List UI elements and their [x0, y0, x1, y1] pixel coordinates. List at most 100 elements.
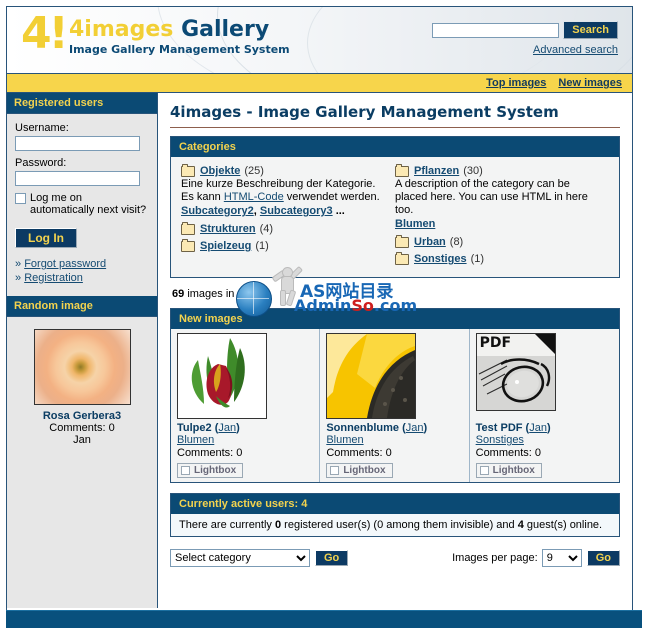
- page-body: Registered users Username: Password: Log…: [7, 93, 632, 608]
- lightbox-label: Lightbox: [194, 465, 237, 476]
- images-per-page-label: Images per page:: [452, 552, 538, 564]
- thumbnail-sonnenblume[interactable]: [326, 333, 417, 419]
- new-image-title: Sonnenblume (Jan): [326, 422, 428, 434]
- thumbnail-wrap[interactable]: PDF: [475, 333, 613, 419]
- category-row[interactable]: Objekte (25): [181, 163, 385, 177]
- category-link-sonstiges[interactable]: Sonstiges: [414, 253, 467, 265]
- registration-link[interactable]: Registration: [24, 272, 83, 284]
- image-count-text: images in 1: [187, 288, 244, 300]
- advanced-search-link[interactable]: Advanced search: [533, 44, 618, 56]
- username-input[interactable]: [15, 136, 140, 151]
- active-users-text-3: guest(s) online.: [523, 519, 603, 531]
- new-image-author-link[interactable]: Jan: [529, 422, 547, 434]
- search-button[interactable]: Search: [563, 21, 618, 39]
- forgot-password-row: » Forgot password: [15, 258, 149, 270]
- category-link-urban[interactable]: Urban: [414, 236, 446, 248]
- category-count: (4): [259, 223, 274, 235]
- lightbox-checkbox[interactable]: [330, 466, 340, 475]
- site-header: 4! 4images Gallery Image Gallery Managem…: [7, 7, 632, 74]
- logo-title-gallery: Gallery: [181, 17, 270, 42]
- category-subcategories: Subcategory2, Subcategory3 ...: [181, 205, 345, 217]
- bottom-controls: Select category Go Images per page: 9 Go: [170, 549, 620, 567]
- category-item: Sonstiges (1): [395, 251, 599, 265]
- sunflower-artwork: [327, 334, 416, 418]
- lightbox-button[interactable]: Lightbox: [475, 463, 542, 478]
- html-code-link[interactable]: HTML-Code: [224, 191, 284, 203]
- site-logo[interactable]: 4! 4images Gallery Image Gallery Managem…: [21, 12, 290, 57]
- categories-panel-body: Objekte (25) Eine kurze Beschreibung der…: [171, 157, 619, 277]
- category-description: A description of the category can be pla…: [395, 178, 588, 216]
- folder-icon: [395, 251, 409, 265]
- random-image-thumbnail[interactable]: [33, 329, 131, 405]
- subcategories-more: ...: [335, 205, 345, 217]
- lightbox-label: Lightbox: [492, 465, 535, 476]
- new-image-comments: Comments: 0: [326, 447, 392, 459]
- subcategory-link[interactable]: Subcategory3: [260, 205, 333, 217]
- image-count-number: 69: [172, 288, 185, 300]
- lightbox-label: Lightbox: [343, 465, 386, 476]
- thumbnail-tulpe2[interactable]: [177, 333, 267, 419]
- folder-icon: [181, 238, 195, 252]
- pdf-badge-label: PDF: [479, 335, 512, 351]
- category-item: Strukturen (4): [181, 221, 385, 235]
- lightbox-button[interactable]: Lightbox: [326, 463, 393, 478]
- category-link-pflanzen[interactable]: Pflanzen: [414, 165, 459, 177]
- nav-top-images[interactable]: Top images: [486, 77, 546, 89]
- category-row[interactable]: Strukturen (4): [181, 221, 385, 235]
- folder-icon: [181, 221, 195, 235]
- category-row[interactable]: Urban (8): [395, 234, 599, 248]
- random-image-body: Rosa Gerbera3 Comments: 0 Jan: [7, 317, 157, 458]
- new-image-cell: Sonnenblume (Jan) Blumen Comments: 0 Lig…: [320, 329, 470, 482]
- new-image-author-link[interactable]: Jan: [218, 422, 236, 434]
- new-image-name: Sonnenblume: [326, 422, 400, 434]
- remember-me-row[interactable]: Log me on automatically next visit?: [15, 192, 149, 216]
- chevron-right-icon: »: [15, 272, 22, 284]
- remember-me-checkbox[interactable]: [15, 193, 26, 204]
- new-image-category-link[interactable]: Blumen: [177, 434, 214, 446]
- search-input[interactable]: [432, 22, 560, 38]
- new-images-panel-title: New images: [171, 309, 619, 329]
- images-per-page-select[interactable]: 9: [541, 549, 582, 567]
- thumbnail-test-pdf[interactable]: PDF: [475, 333, 556, 411]
- new-images-panel-body: Tulpe2 (Jan) Blumen Comments: 0 Lightbox: [171, 329, 619, 482]
- password-input[interactable]: [15, 171, 140, 186]
- category-row[interactable]: Pflanzen (30): [395, 163, 599, 177]
- forgot-password-link[interactable]: Forgot password: [24, 258, 106, 270]
- new-image-category-link[interactable]: Sonstiges: [476, 434, 524, 446]
- random-image-title: Random image: [7, 296, 157, 317]
- subcategory-link[interactable]: Subcategory2: [181, 205, 254, 217]
- page-container: 4! 4images Gallery Image Gallery Managem…: [6, 6, 633, 627]
- tulip-artwork: [178, 334, 266, 418]
- category-link-objekte[interactable]: Objekte: [200, 165, 240, 177]
- search-row: Search: [432, 21, 618, 39]
- new-image-author-link[interactable]: Jan: [406, 422, 424, 434]
- category-count: (30): [463, 165, 483, 177]
- username-label: Username:: [15, 122, 69, 134]
- category-link-strukturen[interactable]: Strukturen: [200, 223, 256, 235]
- categories-column-left: Objekte (25) Eine kurze Beschreibung der…: [181, 163, 395, 269]
- login-button[interactable]: Log In: [15, 228, 77, 248]
- logo-title-4images: 4images: [69, 17, 174, 42]
- active-users-panel: Currently active users: 4 There are curr…: [170, 493, 620, 537]
- category-count: (25): [244, 165, 264, 177]
- thumbnail-wrap[interactable]: [177, 333, 313, 419]
- new-image-comments: Comments: 0: [177, 447, 243, 459]
- logo-title: 4images Gallery: [69, 19, 290, 41]
- category-row[interactable]: Spielzeug (1): [181, 238, 385, 252]
- remember-me-label: Log me on automatically next visit?: [30, 192, 147, 216]
- images-per-page-go-button[interactable]: Go: [586, 550, 620, 566]
- top-navbar: Top images New images: [7, 74, 632, 93]
- new-image-category-link[interactable]: Blumen: [326, 434, 363, 446]
- category-go-button[interactable]: Go: [315, 550, 349, 566]
- category-link-spielzeug[interactable]: Spielzeug: [200, 240, 251, 252]
- categories-panel: Categories Objekte (25) Eine kurze Besch…: [170, 136, 620, 278]
- lightbox-checkbox[interactable]: [479, 466, 489, 475]
- nav-new-images[interactable]: New images: [558, 77, 622, 89]
- thumbnail-wrap[interactable]: [326, 333, 462, 419]
- category-row[interactable]: Sonstiges (1): [395, 251, 599, 265]
- lightbox-checkbox[interactable]: [181, 466, 190, 475]
- category-select[interactable]: Select category: [170, 549, 310, 567]
- subcategory-link[interactable]: Blumen: [395, 218, 435, 230]
- lightbox-button[interactable]: Lightbox: [177, 463, 244, 478]
- category-select-group: Select category Go: [170, 549, 349, 567]
